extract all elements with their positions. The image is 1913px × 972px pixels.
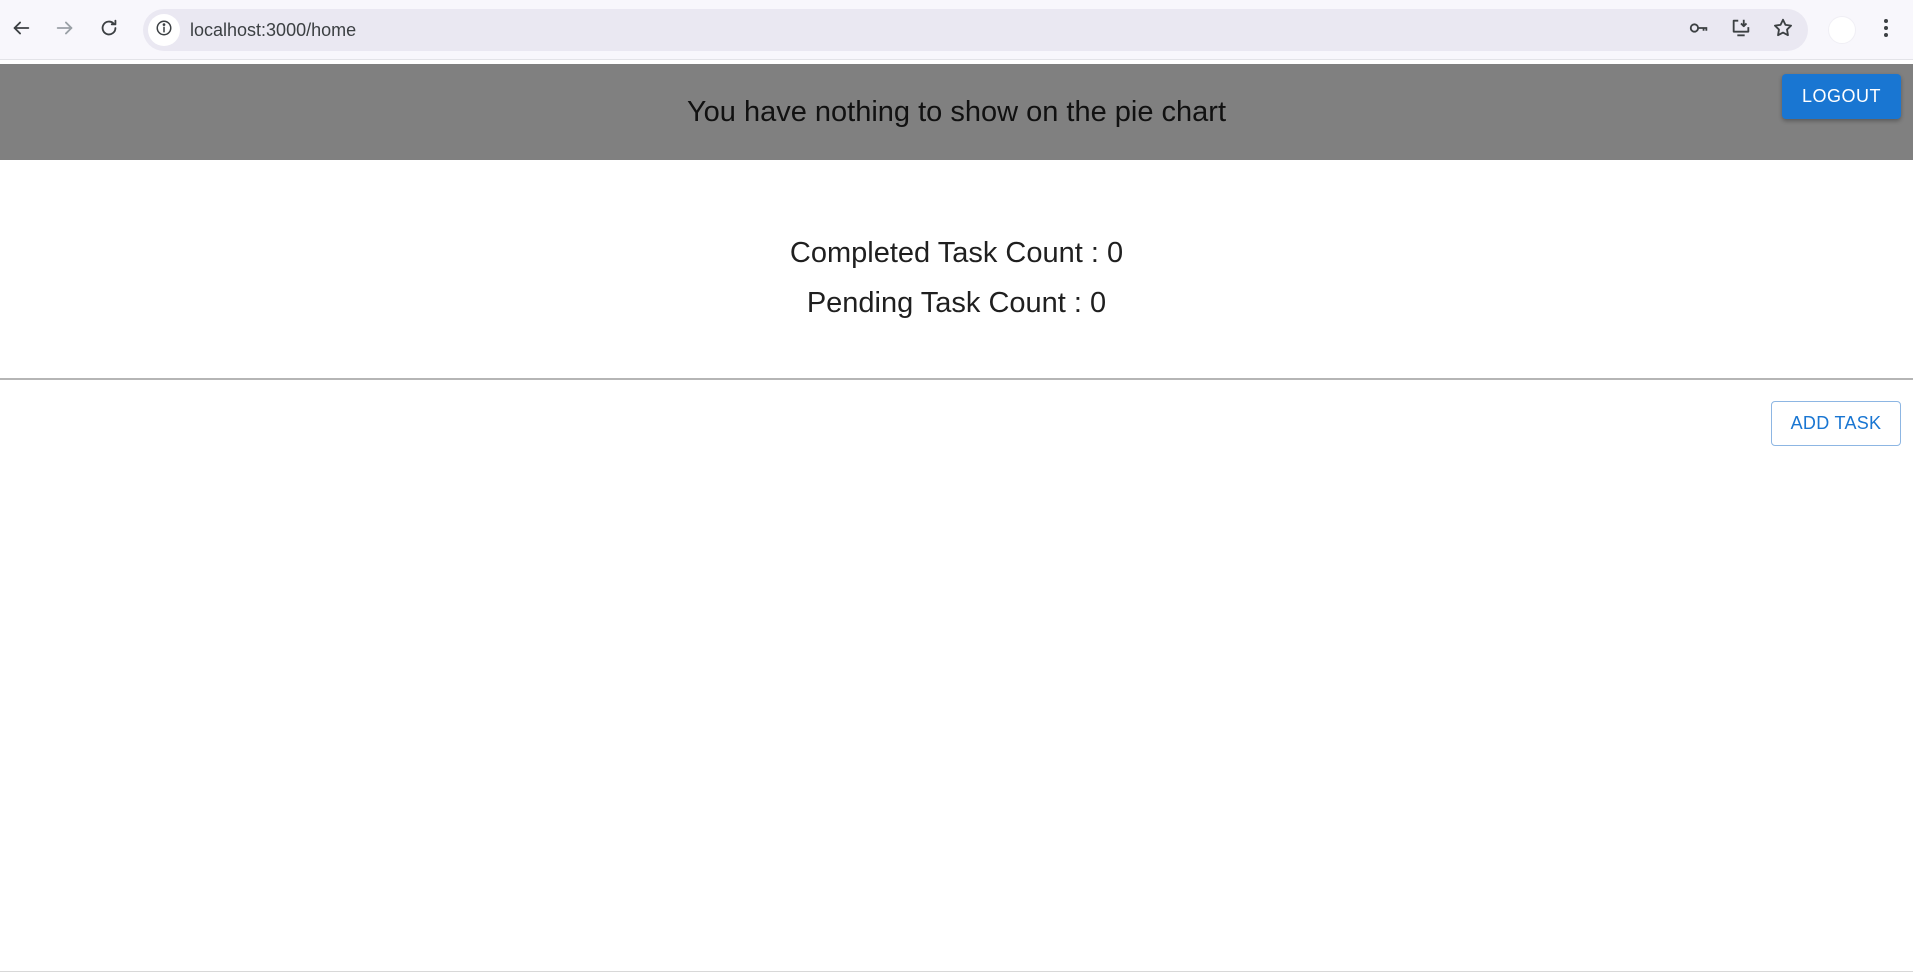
- completed-task-count: Completed Task Count : 0: [789, 237, 1124, 269]
- url-text[interactable]: localhost:3000/home: [190, 20, 356, 41]
- star-icon: [1772, 17, 1794, 44]
- forward-button[interactable]: [47, 12, 83, 48]
- divider: [0, 378, 1913, 380]
- site-info-button[interactable]: [148, 14, 180, 46]
- browser-menu-button[interactable]: [1874, 14, 1898, 46]
- info-icon: [155, 19, 173, 42]
- reload-button[interactable]: [91, 12, 127, 48]
- profile-avatar[interactable]: [1828, 16, 1856, 44]
- install-app-icon: [1730, 17, 1752, 44]
- reload-icon: [98, 17, 120, 44]
- back-button[interactable]: [3, 12, 39, 48]
- kebab-menu-icon: [1877, 16, 1895, 45]
- bookmark-button[interactable]: [1770, 17, 1796, 43]
- logout-button[interactable]: LOGOUT: [1781, 74, 1901, 119]
- arrow-left-icon: [10, 17, 32, 44]
- browser-toolbar: localhost:3000/home: [0, 0, 1913, 60]
- arrow-right-icon: [54, 17, 76, 44]
- password-manager-button[interactable]: [1686, 17, 1712, 43]
- page-header: You have nothing to show on the pie char…: [0, 64, 1913, 160]
- task-counts: Completed Task Count : 0 Pending Task Co…: [0, 228, 1913, 328]
- empty-chart-message: You have nothing to show on the pie char…: [686, 95, 1227, 128]
- add-task-button[interactable]: ADD TASK: [1771, 401, 1901, 446]
- install-app-button[interactable]: [1728, 17, 1754, 43]
- pending-task-count: Pending Task Count : 0: [806, 287, 1107, 319]
- key-icon: [1688, 17, 1710, 44]
- address-bar[interactable]: localhost:3000/home: [143, 9, 1808, 51]
